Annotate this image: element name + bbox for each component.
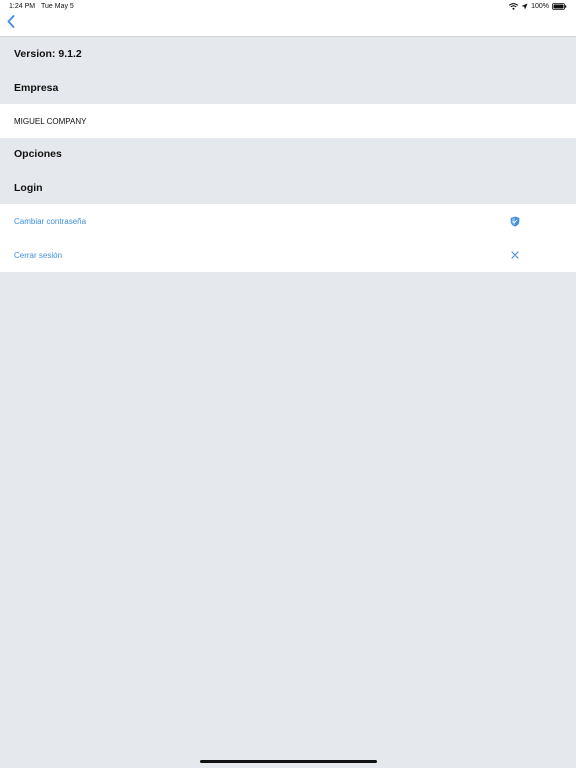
status-indicators: 100% bbox=[509, 2, 567, 11]
empresa-value: MIGUEL COMPANY bbox=[14, 116, 87, 126]
battery-icon bbox=[552, 3, 567, 10]
logout-row[interactable]: Cerrar sesión bbox=[0, 238, 576, 272]
empresa-header: Empresa bbox=[14, 82, 59, 94]
change-password-row[interactable]: Cambiar contraseña bbox=[0, 204, 576, 238]
shield-icon bbox=[508, 214, 522, 228]
battery-percentage: 100% bbox=[531, 3, 549, 10]
status-bar: 1:24 PM Tue May 5 100% bbox=[0, 0, 576, 13]
location-arrow-icon bbox=[521, 3, 528, 10]
status-time: 1:24 PM bbox=[9, 3, 36, 10]
status-date: Tue May 5 bbox=[41, 3, 74, 10]
change-password-label: Cambiar contraseña bbox=[14, 216, 87, 226]
version-header: Version: 9.1.2 bbox=[14, 48, 82, 60]
chevron-left-icon bbox=[7, 15, 15, 33]
opciones-header: Opciones bbox=[14, 148, 62, 160]
empresa-value-row: MIGUEL COMPANY bbox=[0, 104, 576, 138]
back-button[interactable] bbox=[3, 15, 19, 33]
wifi-icon bbox=[509, 3, 519, 10]
login-header: Login bbox=[14, 182, 43, 194]
logout-label: Cerrar sesión bbox=[14, 250, 63, 260]
home-indicator[interactable] bbox=[200, 760, 377, 763]
navigation-bar bbox=[0, 13, 576, 37]
close-icon bbox=[508, 248, 522, 262]
